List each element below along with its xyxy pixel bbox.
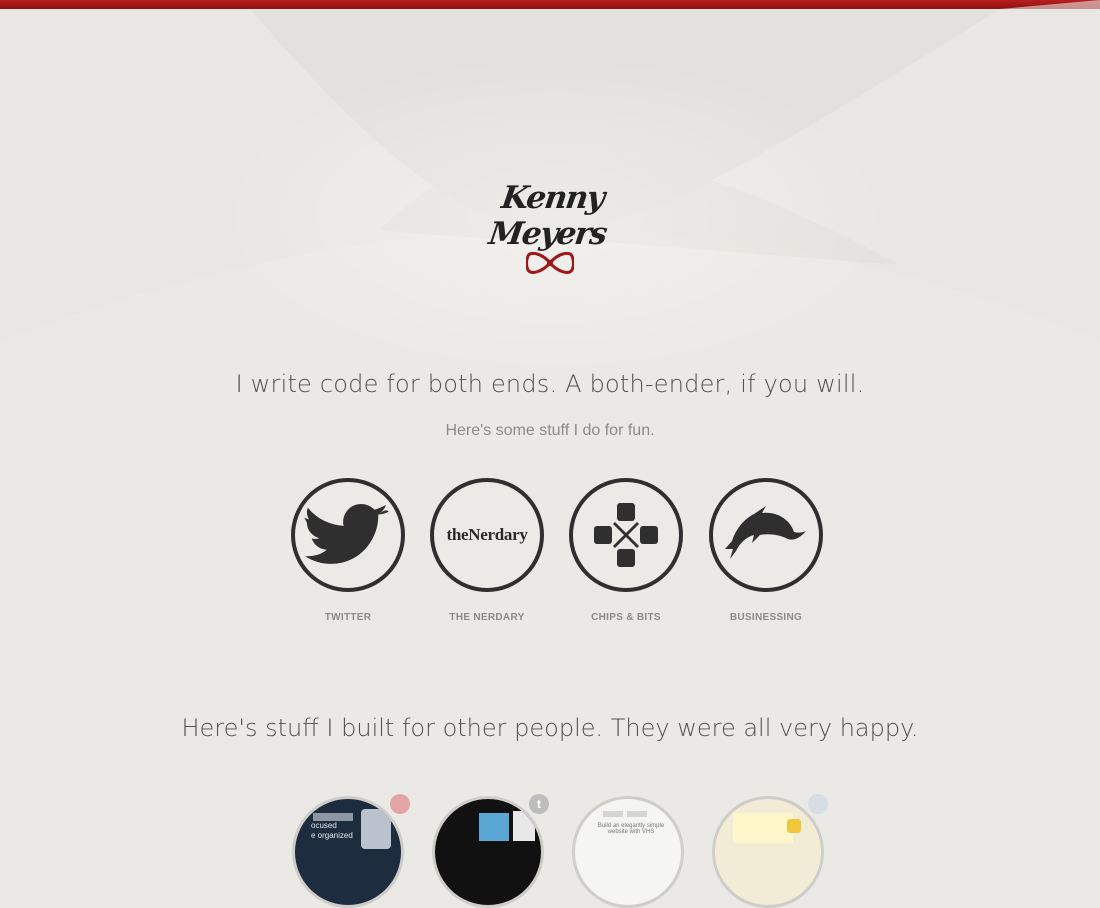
thumb-device (361, 809, 391, 849)
thumb-text: ocused e organized (311, 821, 353, 840)
dolphin-icon (725, 506, 806, 559)
thenerdary-label: THE NERDARY (449, 612, 525, 623)
businessing-label: BUSINESSING (729, 612, 803, 623)
br-badge-icon (390, 794, 410, 814)
social-links: TWITTER theNerdary THE NERDARY CHIPS & B… (288, 478, 828, 638)
gamepad-dpad-icon (594, 503, 658, 567)
portfolio-item-4[interactable] (710, 790, 850, 908)
portfolio-heading: Here's stuff I built for other people. T… (181, 714, 919, 742)
chips-and-bits-label: CHIPS & BITS (591, 612, 661, 623)
thumb-nav-1 (603, 811, 623, 817)
chips-and-bits-link[interactable]: CHIPS & BITS (566, 478, 686, 623)
portfolio-thumb-2 (432, 796, 544, 908)
tumblr-badge-icon: t (529, 794, 549, 814)
thumb-paper (733, 813, 793, 843)
logo-wordmark: Kenny Meyers (486, 180, 609, 252)
site-logo[interactable]: Kenny Meyers (450, 180, 650, 274)
portfolio-list: ocused e organized t Build an elegantly s… (290, 790, 830, 908)
intro-tagline: I write code for both ends. A both-ender… (235, 370, 865, 398)
thumb-nav-2 (627, 811, 647, 817)
portfolio-thumb-4 (712, 796, 824, 908)
portfolio-item-1[interactable]: ocused e organized (290, 790, 430, 908)
thumb-note (787, 819, 801, 833)
portfolio-item-2[interactable]: t (430, 790, 570, 908)
background-swoosh (0, 0, 1100, 375)
bowtie-icon (526, 251, 574, 274)
thumb-sidebar (513, 811, 535, 841)
twitter-circle (291, 478, 405, 592)
twitter-link[interactable]: TWITTER (288, 478, 408, 623)
businessing-circle (709, 478, 823, 592)
twitter-label: TWITTER (324, 612, 372, 623)
businessing-link[interactable]: BUSINESSING (706, 478, 826, 623)
note-badge-icon (808, 794, 828, 814)
intro-subtagline: Here's some stuff I do for fun. (445, 422, 655, 439)
thenerdary-circle: theNerdary (430, 478, 544, 592)
twitter-bird-icon (304, 504, 389, 564)
portfolio-thumb-3: Build an elegantly simple website with V… (572, 796, 684, 908)
thumb-banner (313, 813, 353, 821)
portfolio-thumb-1: ocused e organized (292, 796, 404, 908)
thenerdary-link[interactable]: theNerdary THE NERDARY (427, 478, 547, 623)
thenerdary-logo: theNerdary (446, 525, 528, 544)
chips-and-bits-circle (569, 478, 683, 592)
thumb-panel (479, 813, 509, 841)
thumb-text: Build an elegantly simple website with V… (597, 823, 665, 835)
portfolio-item-3[interactable]: Build an elegantly simple website with V… (570, 790, 710, 908)
